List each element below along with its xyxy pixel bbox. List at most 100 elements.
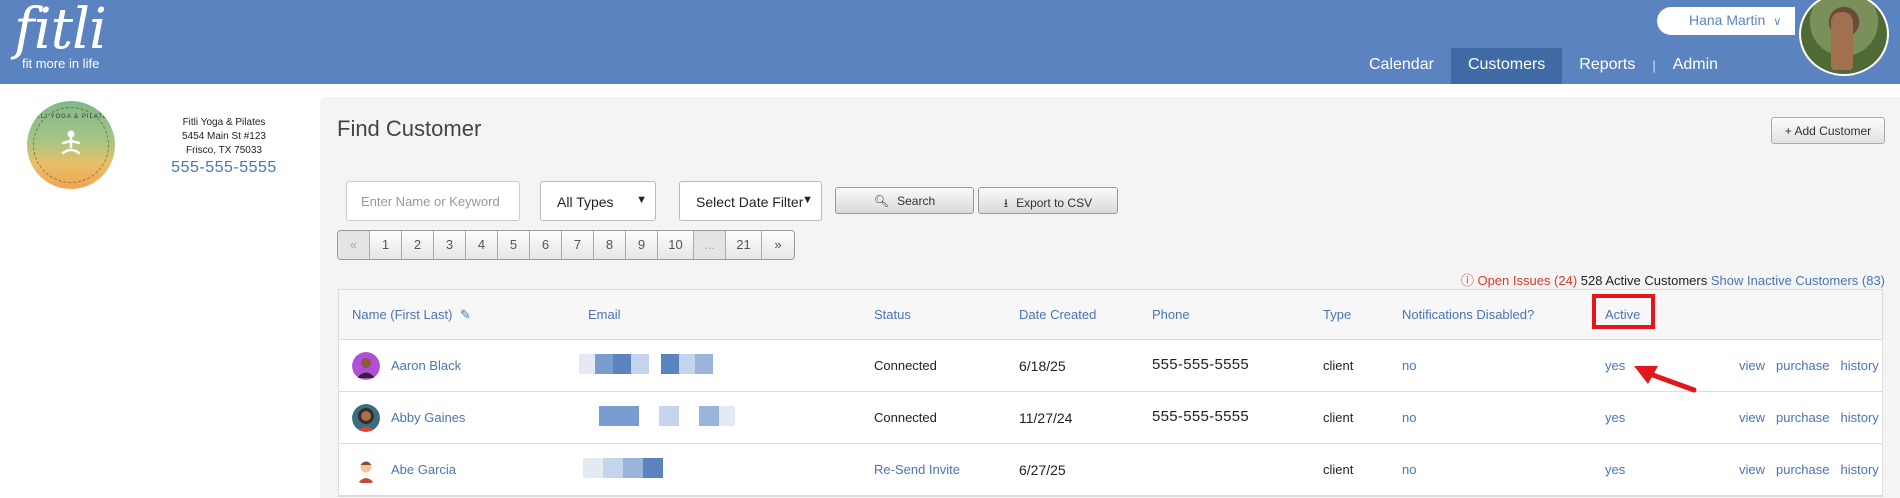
page-2[interactable]: 2: [402, 231, 434, 259]
fitli-logo[interactable]: fitli fit more in life: [14, 0, 107, 72]
type-select-value: All Types: [557, 194, 614, 210]
history-link[interactable]: history: [1841, 462, 1879, 477]
chevron-down-icon: ▼: [636, 194, 647, 206]
nav-reports[interactable]: Reports: [1562, 48, 1652, 84]
col-status[interactable]: Status: [874, 307, 911, 322]
user-name: Hana Martin: [1689, 12, 1766, 28]
nav-calendar[interactable]: Calendar: [1352, 48, 1451, 84]
history-link[interactable]: history: [1841, 358, 1879, 373]
page-3[interactable]: 3: [434, 231, 466, 259]
avatar-figure: [1831, 12, 1853, 70]
venue-address-line1: 5454 Main St #123: [182, 131, 266, 142]
row-actions: view purchase history: [1739, 358, 1890, 373]
download-icon: ⭳: [1003, 196, 1009, 210]
top-navigation-bar: fitli fit more in life Calendar Customer…: [0, 0, 1900, 84]
history-link[interactable]: history: [1841, 410, 1879, 425]
type-select[interactable]: All Types ▼: [540, 181, 656, 221]
add-customer-button[interactable]: + Add Customer: [1771, 117, 1885, 144]
page-prev: «: [338, 231, 370, 259]
date-filter-value: Select Date Filter: [696, 194, 804, 210]
search-button[interactable]: 🔍︎ Search: [835, 187, 974, 214]
date-created: 6/18/25: [1019, 358, 1066, 374]
active-toggle[interactable]: yes: [1605, 358, 1625, 373]
export-button-label: Export to CSV: [1016, 196, 1093, 210]
resend-invite-link[interactable]: Re-Send Invite: [874, 462, 960, 477]
page-1[interactable]: 1: [370, 231, 402, 259]
row-actions: view purchase history: [1739, 462, 1890, 477]
search-button-label: Search: [897, 194, 936, 208]
customer-avatar: [352, 404, 380, 432]
active-toggle[interactable]: yes: [1605, 462, 1625, 477]
notifications-disabled[interactable]: no: [1402, 462, 1416, 477]
col-notifications[interactable]: Notifications Disabled?: [1402, 307, 1534, 322]
logo-wordmark: fitli: [14, 0, 107, 62]
pagination: « 1 2 3 4 5 6 7 8 9 10 ... 21 »: [337, 230, 795, 260]
search-input[interactable]: Enter Name or Keyword: [346, 181, 520, 221]
customer-name-link[interactable]: Abby Gaines: [391, 410, 465, 425]
notifications-disabled[interactable]: no: [1402, 410, 1416, 425]
purchase-link[interactable]: purchase: [1776, 462, 1829, 477]
page-ellipsis: ...: [694, 231, 726, 259]
type: client: [1323, 462, 1354, 477]
col-date-created[interactable]: Date Created: [1019, 307, 1096, 322]
date-created: 6/27/25: [1019, 462, 1066, 478]
phone: 555-555-5555: [1152, 408, 1250, 425]
date-filter-select[interactable]: Select Date Filter ▼: [679, 181, 822, 221]
customer-summary: ⓘ Open Issues (24) 528 Active Customers …: [1461, 270, 1885, 289]
chevron-down-icon: ∨: [1773, 16, 1782, 28]
active-count: 528 Active Customers: [1580, 273, 1708, 288]
user-menu[interactable]: Hana Martin ∨: [1657, 7, 1795, 35]
export-csv-button[interactable]: ⭳ Export to CSV: [978, 187, 1118, 214]
customer-avatar: [352, 456, 380, 484]
page-title: Find Customer: [337, 116, 482, 141]
page-8[interactable]: 8: [594, 231, 626, 259]
col-type[interactable]: Type: [1323, 307, 1351, 322]
user-avatar[interactable]: [1799, 0, 1889, 76]
nav-admin[interactable]: Admin: [1656, 48, 1735, 84]
main-nav: Calendar Customers Reports | Admin: [1352, 48, 1735, 84]
active-toggle[interactable]: yes: [1605, 410, 1625, 425]
venue-phone[interactable]: 555-555-5555: [160, 160, 288, 176]
type: client: [1323, 410, 1354, 425]
alert-circle-icon: ⓘ: [1460, 273, 1474, 288]
purchase-link[interactable]: purchase: [1776, 358, 1829, 373]
page-next[interactable]: »: [762, 231, 794, 259]
venue-logo-text: FITLI YOGA & PILATES: [28, 114, 114, 120]
col-email[interactable]: Email: [588, 307, 621, 322]
col-phone[interactable]: Phone: [1152, 307, 1190, 322]
notifications-disabled[interactable]: no: [1402, 358, 1416, 373]
type: client: [1323, 358, 1354, 373]
view-link[interactable]: view: [1739, 358, 1765, 373]
view-link[interactable]: view: [1739, 462, 1765, 477]
magnifier-icon: 🔍︎: [873, 194, 890, 208]
date-created: 11/27/24: [1019, 410, 1073, 426]
page-6[interactable]: 6: [530, 231, 562, 259]
chevron-down-icon: ▼: [802, 194, 813, 206]
venue-name: Fitli Yoga & Pilates: [182, 117, 266, 128]
customer-name-link[interactable]: Abe Garcia: [391, 462, 456, 477]
customer-name-link[interactable]: Aaron Black: [391, 358, 461, 373]
meditation-icon: [61, 130, 81, 155]
page-9[interactable]: 9: [626, 231, 658, 259]
customer-avatar: [352, 352, 380, 380]
venue-address-line2: Frisco, TX 75033: [186, 145, 262, 156]
col-name[interactable]: Name (First Last) ✎: [352, 307, 471, 323]
page-21[interactable]: 21: [726, 231, 762, 259]
nav-customers[interactable]: Customers: [1450, 48, 1563, 84]
venue-logo: FITLI YOGA & PILATES: [27, 101, 115, 189]
annotation-arrow-icon: [1634, 366, 1697, 393]
status-text: Connected: [874, 410, 937, 425]
pencil-icon[interactable]: ✎: [460, 307, 471, 322]
annotation-highlight-box: [1592, 294, 1655, 329]
open-issues-link[interactable]: Open Issues (24): [1477, 273, 1577, 288]
row-actions: view purchase history: [1739, 410, 1890, 425]
page-7[interactable]: 7: [562, 231, 594, 259]
page-5[interactable]: 5: [498, 231, 530, 259]
page-10[interactable]: 10: [658, 231, 694, 259]
show-inactive-link[interactable]: Show Inactive Customers (83): [1711, 273, 1885, 288]
purchase-link[interactable]: purchase: [1776, 410, 1829, 425]
logo-tagline: fit more in life: [22, 56, 100, 71]
phone: 555-555-5555: [1152, 356, 1250, 373]
view-link[interactable]: view: [1739, 410, 1765, 425]
page-4[interactable]: 4: [466, 231, 498, 259]
